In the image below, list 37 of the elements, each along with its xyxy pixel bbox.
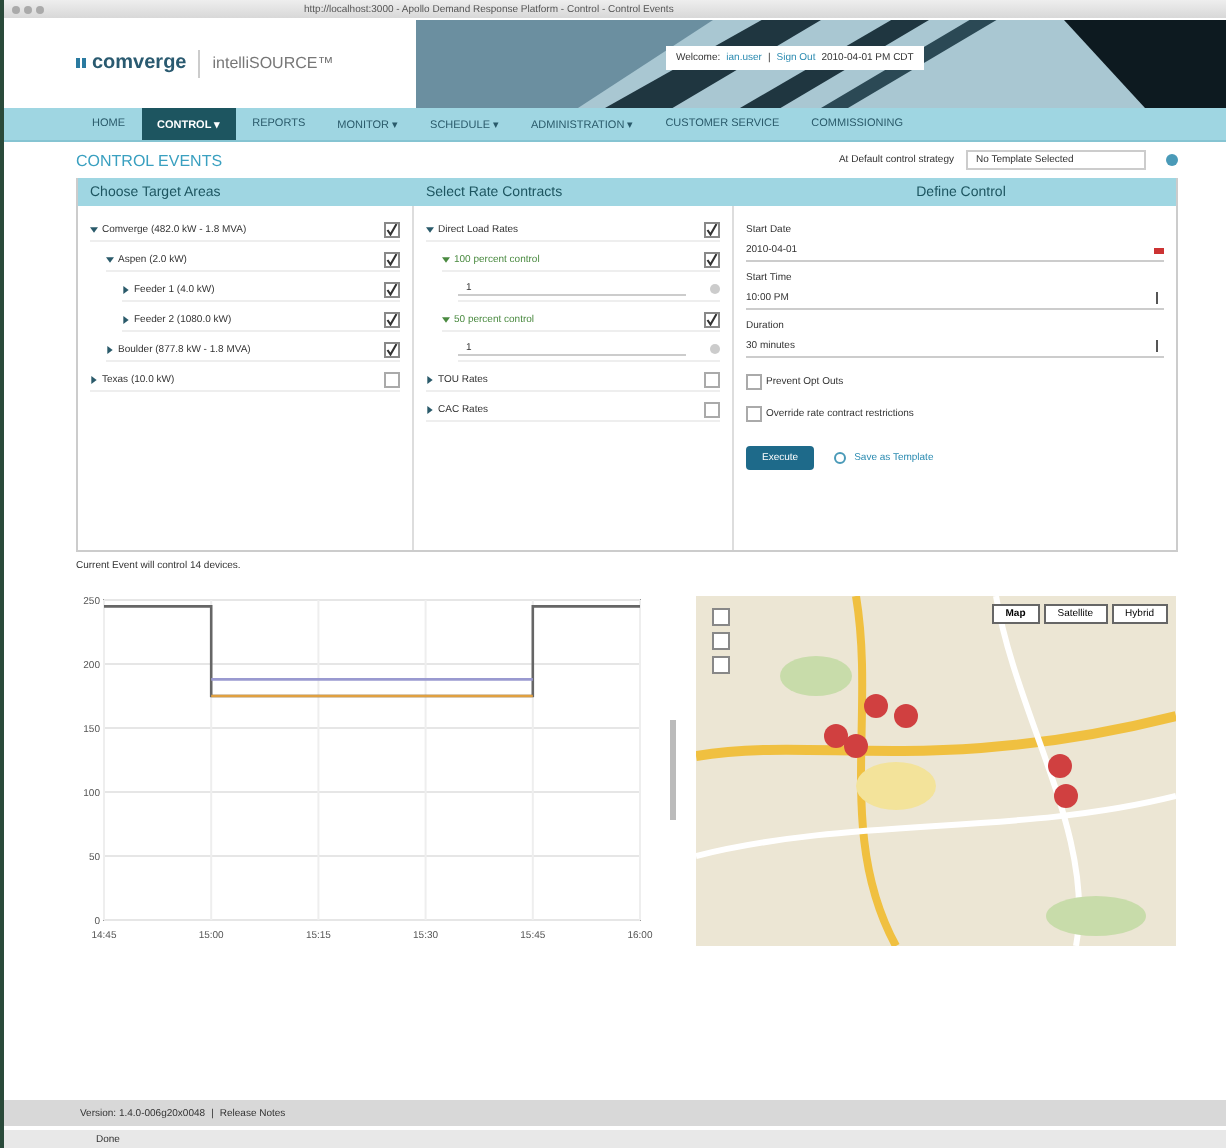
caret-icon[interactable] — [106, 345, 114, 353]
checkbox[interactable] — [384, 311, 400, 327]
zoom-out-icon[interactable] — [712, 656, 730, 674]
page-title: CONTROL EVENTS — [76, 151, 225, 169]
checkbox[interactable] — [704, 311, 720, 327]
caret-icon[interactable] — [106, 255, 114, 263]
spinner-icon[interactable] — [1156, 340, 1164, 352]
checkbox[interactable] — [704, 371, 720, 387]
checkbox[interactable] — [704, 221, 720, 237]
caret-icon[interactable] — [442, 255, 450, 263]
caret-icon[interactable] — [426, 405, 434, 413]
caret-icon[interactable] — [90, 225, 98, 233]
caret-icon[interactable] — [426, 225, 434, 233]
checkbox[interactable] — [384, 281, 400, 297]
checkbox[interactable] — [384, 221, 400, 237]
caret-icon[interactable] — [442, 315, 450, 323]
checkbox[interactable] — [384, 251, 400, 267]
zoom-in-icon[interactable] — [712, 632, 730, 650]
product-name: intelliSOURCE™ — [212, 54, 334, 72]
save-icon[interactable] — [834, 452, 847, 464]
checkbox[interactable] — [746, 406, 762, 422]
company-logo: comverge — [92, 52, 187, 74]
logo-icon — [76, 58, 88, 68]
caret-icon[interactable] — [90, 375, 98, 383]
checkbox[interactable] — [384, 341, 400, 357]
info-icon[interactable] — [1166, 154, 1178, 166]
checkbox[interactable] — [746, 374, 762, 390]
checkbox[interactable] — [704, 251, 720, 267]
calendar-icon[interactable] — [1154, 247, 1164, 253]
checkbox[interactable] — [384, 371, 400, 387]
caret-icon[interactable] — [122, 315, 130, 323]
pan-control-icon[interactable] — [712, 608, 730, 626]
caret-icon[interactable] — [122, 285, 130, 293]
scroll-handle[interactable] — [670, 720, 676, 820]
checkbox[interactable] — [704, 401, 720, 417]
spinner-icon[interactable] — [1156, 292, 1164, 304]
caret-icon[interactable] — [426, 375, 434, 383]
